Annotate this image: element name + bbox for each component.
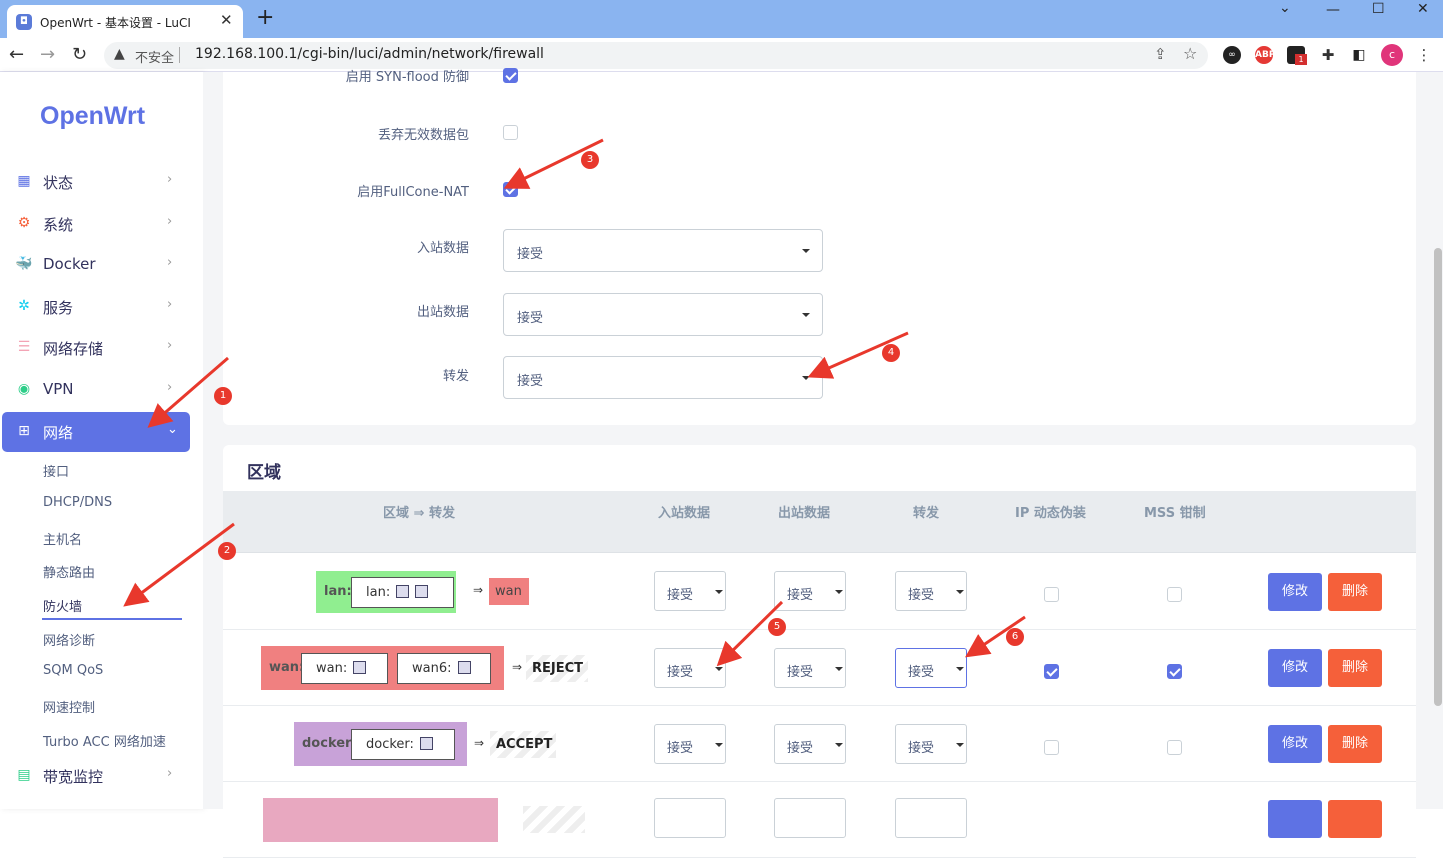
annotation-arrow-2 xyxy=(123,522,235,607)
annotation-badge-3: 3 xyxy=(581,151,599,169)
annotation-badge-5: 5 xyxy=(768,618,786,636)
forward-target xyxy=(523,806,585,833)
annotation-badge-6: 6 xyxy=(1006,628,1024,646)
annotation-badge-1: 1 xyxy=(214,387,232,405)
annotation-badge-2: 2 xyxy=(218,542,236,560)
annotation-overlay xyxy=(123,138,1026,667)
annotation-badge-4: 4 xyxy=(882,344,900,362)
